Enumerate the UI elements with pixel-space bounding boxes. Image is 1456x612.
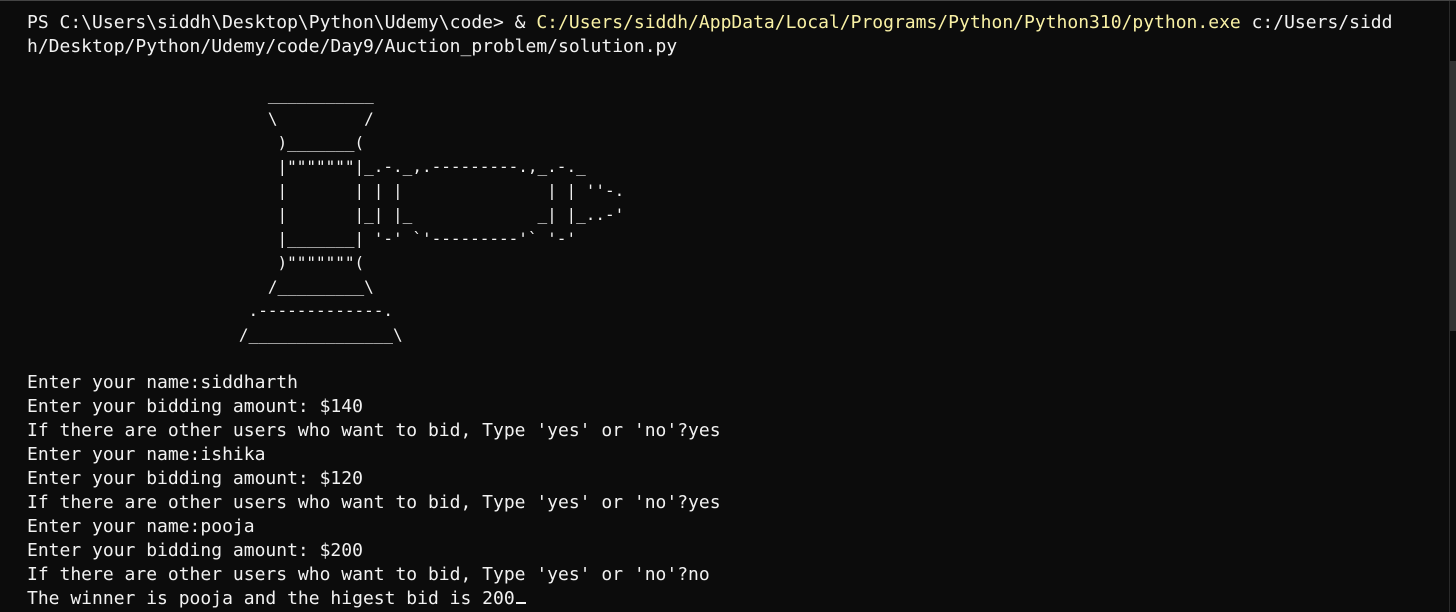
python-exe-path: C:/Users/siddh/AppData/Local/Programs/Py… <box>536 12 1241 33</box>
output-line: Enter your bidding amount: $140 <box>27 396 363 417</box>
output-line: If there are other users who want to bid… <box>27 420 721 441</box>
program-output: Enter your name:siddharth Enter your bid… <box>27 371 1456 611</box>
command-line-2: h/Desktop/Python/Udemy/code/Day9/Auction… <box>27 35 1456 59</box>
script-arg-part2: h/Desktop/Python/Udemy/code/Day9/Auction… <box>27 36 678 57</box>
output-line: If there are other users who want to bid… <box>27 492 721 513</box>
text-cursor <box>515 602 526 604</box>
final-output-line: The winner is pooja and the higest bid i… <box>27 587 1456 611</box>
output-line: Enter your bidding amount: $120 <box>27 468 363 489</box>
winner-text: The winner is pooja and the higest bid i… <box>27 588 515 609</box>
script-arg-part1: c:/Users/sidd <box>1240 12 1393 33</box>
vertical-scrollbar[interactable] <box>1449 1 1456 612</box>
command-line: PS C:\Users\siddh\Desktop\Python\Udemy\c… <box>27 11 1456 59</box>
command-line-1: PS C:\Users\siddh\Desktop\Python\Udemy\c… <box>27 11 1456 35</box>
output-line: Enter your name:siddharth <box>27 372 298 393</box>
terminal-window[interactable]: PS C:\Users\siddh\Desktop\Python\Udemy\c… <box>0 0 1456 612</box>
output-line: Enter your name:ishika <box>27 444 266 465</box>
scrollbar-thumb[interactable] <box>1450 61 1456 331</box>
gavel-ascii-art: ___________ \ / )_______( |"""""""|_.-._… <box>238 85 625 344</box>
prompt-text: PS C:\Users\siddh\Desktop\Python\Udemy\c… <box>27 12 537 33</box>
output-line: If there are other users who want to bid… <box>27 564 710 585</box>
output-line: Enter your name:pooja <box>27 516 255 537</box>
output-line: Enter your bidding amount: $200 <box>27 540 363 561</box>
